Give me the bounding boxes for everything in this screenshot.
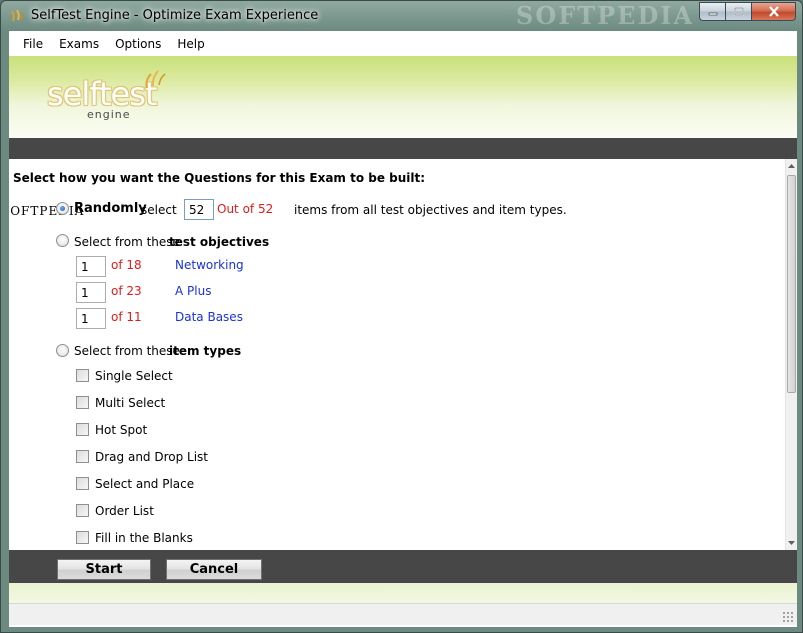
softpedia-watermark: SOFTPEDIA	[516, 1, 695, 30]
label-single-select: Single Select	[95, 369, 173, 383]
logo-sub-text: engine	[87, 108, 131, 121]
scroll-up-button[interactable]	[786, 159, 797, 173]
client-area: File Exams Options Help selftest engine …	[9, 31, 797, 627]
objectives-prefix: Select from these	[74, 235, 180, 249]
checkbox-order-list[interactable]	[76, 504, 89, 517]
label-fill-in-the-blanks: Fill in the Blanks	[95, 531, 193, 545]
window-title: SelfTest Engine - Optimize Exam Experien…	[31, 8, 319, 23]
checkbox-hot-spot[interactable]	[76, 423, 89, 436]
scroll-down-button[interactable]	[786, 536, 797, 550]
randomly-label: Randomly	[74, 201, 147, 216]
objective-count-input-databases[interactable]: 1	[76, 308, 106, 329]
scroll-down-arrow-icon	[788, 541, 795, 545]
checkbox-multi-select[interactable]	[76, 396, 89, 409]
objective-of-aplus: of 23	[111, 284, 142, 298]
vertical-scrollbar[interactable]	[785, 159, 797, 550]
banner-divider-bar	[9, 138, 797, 159]
title-bar[interactable]: SelfTest Engine - Optimize Exam Experien…	[1, 1, 802, 31]
logo-main-text: selftest	[47, 75, 157, 113]
exam-build-panel: SOFTPEDIA Select how you want the Questi…	[9, 159, 785, 550]
objective-name-networking: Networking	[175, 258, 244, 272]
header-banner: selftest engine	[9, 56, 797, 138]
cancel-button[interactable]: Cancel	[166, 559, 262, 580]
random-count-input[interactable]: 52	[184, 199, 214, 220]
objective-of-networking: of 18	[111, 258, 142, 272]
label-drag-and-drop-list: Drag and Drop List	[95, 450, 209, 464]
random-suffix-text: items from all test objectives and item …	[294, 203, 567, 217]
menu-options[interactable]: Options	[107, 34, 169, 54]
scroll-thumb[interactable]	[787, 175, 796, 393]
side-watermark: SOFTPEDIA	[9, 204, 85, 218]
select-text: select	[141, 203, 177, 217]
maximize-button[interactable]	[726, 2, 752, 21]
menu-bar: File Exams Options Help	[9, 31, 797, 56]
menu-exams[interactable]: Exams	[51, 34, 107, 54]
footer-band	[9, 583, 797, 603]
objectives-radio[interactable]	[56, 234, 69, 247]
item-types-radio[interactable]	[56, 344, 69, 357]
label-select-and-place: Select and Place	[95, 477, 195, 491]
randomly-radio[interactable]	[56, 202, 69, 215]
close-button[interactable]	[752, 2, 796, 21]
status-bar	[9, 603, 797, 625]
objective-of-databases: of 11	[111, 310, 142, 324]
page-heading: Select how you want the Questions for th…	[13, 171, 426, 185]
random-out-of-label: Out of 52	[217, 202, 274, 216]
item-types-label: item types	[169, 344, 242, 358]
checkbox-single-select[interactable]	[76, 369, 89, 382]
resize-grip-icon[interactable]	[782, 611, 793, 622]
objective-name-aplus: A Plus	[175, 284, 212, 298]
label-multi-select: Multi Select	[95, 396, 166, 410]
objective-count-input-aplus[interactable]: 1	[76, 282, 106, 303]
label-order-list: Order List	[95, 504, 154, 518]
checkbox-fill-in-the-blanks[interactable]	[76, 531, 89, 544]
scroll-up-arrow-icon	[788, 164, 795, 168]
minimize-icon	[708, 12, 717, 15]
selftest-logo: selftest engine	[47, 70, 166, 121]
logo-swirl-icon	[145, 70, 166, 89]
maximize-icon	[733, 6, 744, 16]
checkbox-select-and-place[interactable]	[76, 477, 89, 490]
minimize-button[interactable]	[699, 2, 726, 21]
objective-name-databases: Data Bases	[175, 310, 243, 324]
objective-count-input-networking[interactable]: 1	[76, 256, 106, 277]
menu-help[interactable]: Help	[169, 34, 212, 54]
caption-buttons	[699, 2, 796, 21]
start-button[interactable]: Start	[57, 559, 151, 580]
menu-file[interactable]: File	[15, 34, 51, 54]
checkbox-drag-and-drop-list[interactable]	[76, 450, 89, 463]
close-icon	[768, 6, 779, 17]
selftest-app-icon	[11, 9, 23, 22]
label-hot-spot: Hot Spot	[95, 423, 148, 437]
objectives-label: test objectives	[169, 235, 270, 249]
app-window: SelfTest Engine - Optimize Exam Experien…	[0, 0, 803, 633]
item-types-prefix: Select from these	[74, 344, 180, 358]
